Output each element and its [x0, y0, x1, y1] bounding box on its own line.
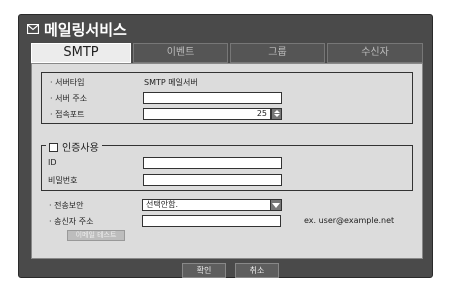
password-input[interactable]: [143, 174, 282, 186]
title-bar: 메일링서비스: [19, 15, 432, 43]
tab-bar: SMTP 이벤트 그룹 수신자: [31, 43, 423, 63]
id-label: ID: [48, 158, 57, 167]
auth-legend-label: 인증사용: [62, 143, 99, 154]
server-address-label: · 서버 주소: [50, 94, 88, 103]
cancel-button[interactable]: 취소: [235, 263, 279, 278]
tab-event[interactable]: 이벤트: [133, 43, 228, 63]
mailing-service-dialog: 메일링서비스 SMTP 이벤트 그룹 수신자 · 서버타입 SMTP 메일서버 …: [18, 14, 433, 278]
server-group: · 서버타입 SMTP 메일서버 · 서버 주소 · 접속포트 25: [41, 72, 413, 124]
sender-label: · 송신자 주소: [49, 217, 94, 226]
stepper-down-icon[interactable]: [274, 114, 280, 117]
tab-recipient[interactable]: 수신자: [327, 43, 423, 63]
id-input[interactable]: [143, 157, 282, 169]
security-label: · 전송보안: [49, 201, 84, 210]
port-stepper[interactable]: [271, 108, 282, 120]
smtp-settings-panel: · 서버타입 SMTP 메일서버 · 서버 주소 · 접속포트 25 ID 비밀…: [31, 63, 423, 259]
envelope-icon: [27, 24, 39, 34]
tab-group[interactable]: 그룹: [230, 43, 325, 63]
auth-checkbox[interactable]: [49, 143, 58, 152]
tab-smtp[interactable]: SMTP: [31, 43, 131, 63]
dialog-title: 메일링서비스: [44, 21, 127, 39]
server-type-value: SMTP 메일서버: [144, 78, 198, 87]
password-label: 비밀번호: [48, 176, 78, 185]
sender-example: ex. user@example.net: [304, 216, 395, 225]
security-selected-value: 선택안함.: [146, 200, 178, 209]
stepper-up-icon[interactable]: [274, 110, 280, 113]
ok-button[interactable]: 확인: [182, 263, 226, 278]
server-address-input[interactable]: [143, 92, 282, 104]
auth-legend[interactable]: 인증사용: [46, 139, 102, 154]
port-input[interactable]: 25: [143, 108, 271, 120]
security-select[interactable]: 선택안함.: [142, 199, 282, 211]
test-mail-button[interactable]: 이메일 테스트: [67, 230, 125, 241]
chevron-down-icon[interactable]: [270, 199, 282, 211]
port-label: · 접속포트: [50, 110, 85, 119]
sender-input[interactable]: [142, 215, 281, 227]
server-type-label: · 서버타입: [50, 78, 85, 87]
